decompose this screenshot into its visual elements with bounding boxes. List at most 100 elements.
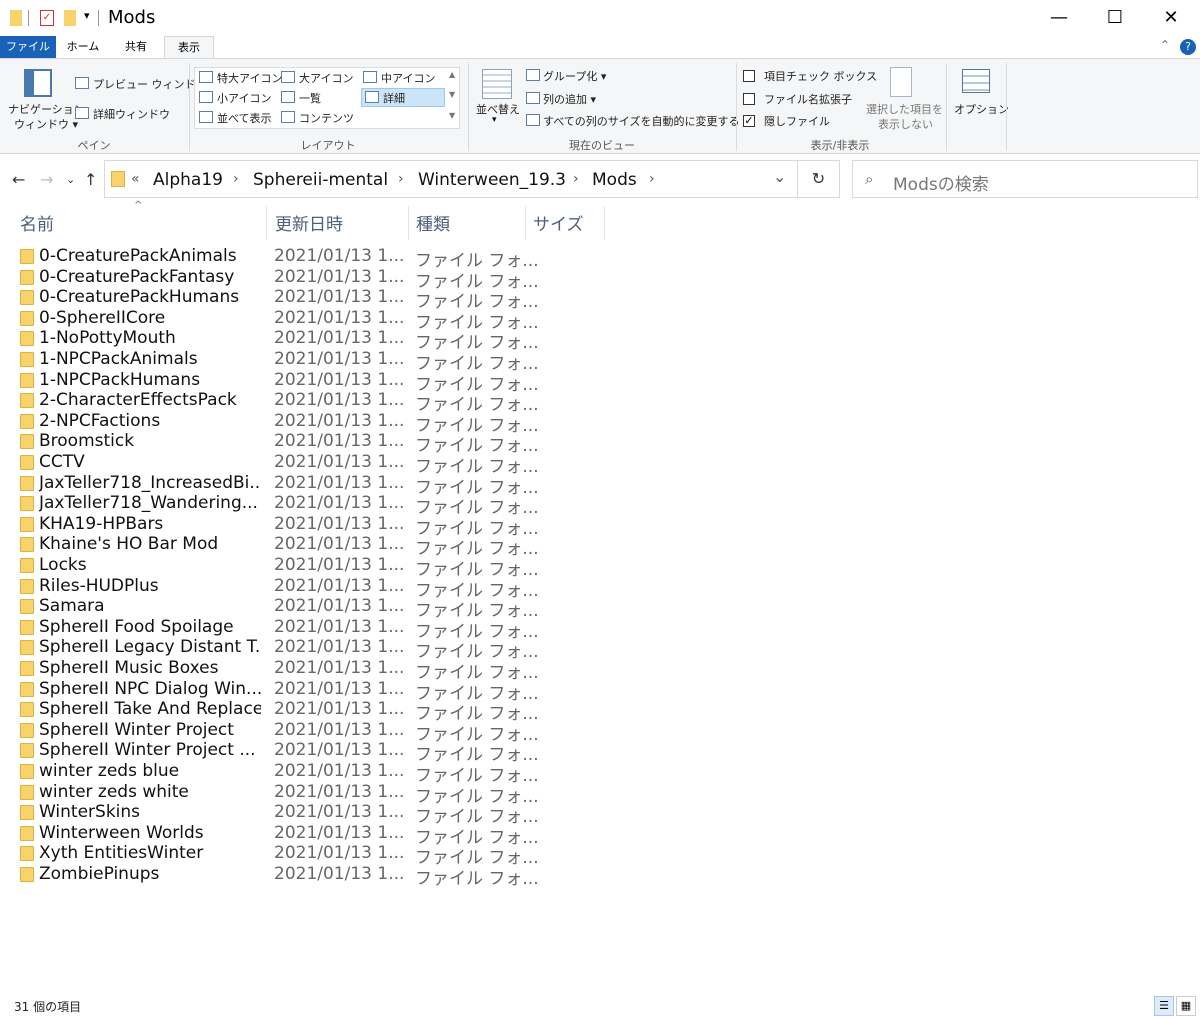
maximize-button[interactable]: ☐ xyxy=(1092,4,1138,32)
file-row[interactable]: 0-CreaturePackAnimals 2021/01/13 1... ファイル… xyxy=(0,246,1200,271)
column-header-type[interactable]: 種類 xyxy=(416,210,450,235)
large-icons-view-icon[interactable]: ▦ xyxy=(1176,996,1196,1016)
column-divider[interactable] xyxy=(266,206,267,240)
back-arrow-icon[interactable]: ← xyxy=(12,170,25,189)
sort-by-icon[interactable] xyxy=(482,69,512,99)
file-row[interactable]: Samara 2021/01/13 1... ファイル フォ... xyxy=(0,596,1200,621)
tab-view[interactable]: 表示 xyxy=(164,36,214,58)
column-header-date[interactable]: 更新日時 xyxy=(275,210,343,235)
file-name[interactable]: Locks xyxy=(39,555,261,575)
layout-content[interactable]: コンテンツ xyxy=(299,110,354,126)
file-row[interactable]: Winterween Worlds 2021/01/13 1... ファイル フォ.… xyxy=(0,823,1200,848)
file-row[interactable]: 0-SphereIICore 2021/01/13 1... ファイル フォ... xyxy=(0,308,1200,333)
layout-xl-icons[interactable]: 特大アイコン xyxy=(217,70,282,86)
file-row[interactable]: SphereII Winter Project ... 2021/01/13 1.… xyxy=(0,740,1200,765)
extensions-toggle[interactable] xyxy=(743,93,755,105)
navigation-pane-label-2[interactable]: ウィンドウ ▾ xyxy=(14,116,78,132)
options-icon[interactable] xyxy=(962,69,990,93)
minimize-button[interactable]: — xyxy=(1036,4,1082,32)
up-arrow-icon[interactable]: ↑ xyxy=(84,170,97,189)
file-row[interactable]: SphereII Winter Project 2021/01/13 1... ファ… xyxy=(0,720,1200,745)
file-name[interactable]: SphereII Winter Project xyxy=(39,720,261,740)
column-header-name[interactable]: 名前 xyxy=(20,210,54,235)
refresh-button[interactable]: ↻ xyxy=(798,160,840,198)
file-name[interactable]: 0-SphereIICore xyxy=(39,308,261,328)
file-name[interactable]: SphereII Food Spoilage xyxy=(39,617,261,637)
layout-medium-icons[interactable]: 中アイコン xyxy=(381,70,435,86)
address-bar[interactable]: « Alpha19 › Sphereii-mental › Winterween… xyxy=(104,160,798,198)
quick-access-dropdown-icon[interactable]: ▾ xyxy=(84,9,90,22)
group-by-button[interactable]: グループ化 ▾ xyxy=(543,68,606,84)
layout-list[interactable]: 一覧 xyxy=(299,90,321,106)
address-dropdown-icon[interactable]: ⌄ xyxy=(773,167,786,186)
file-name[interactable]: Samara xyxy=(39,596,261,616)
file-row[interactable]: Khaine's HO Bar Mod 2021/01/13 1... ファイル フ… xyxy=(0,534,1200,559)
file-row[interactable]: CCTV 2021/01/13 1... ファイル フォ... xyxy=(0,452,1200,477)
sort-dropdown-icon[interactable]: ▾ xyxy=(492,115,497,125)
file-name[interactable]: 0-CreaturePackHumans xyxy=(39,287,261,307)
file-name[interactable]: 2-CharacterEffectsPack xyxy=(39,390,261,410)
file-name[interactable]: WinterSkins xyxy=(39,802,261,822)
file-name[interactable]: Khaine's HO Bar Mod xyxy=(39,534,261,554)
file-name[interactable]: 1-NPCPackAnimals xyxy=(39,349,261,369)
breadcrumb-separator[interactable]: › xyxy=(398,171,404,187)
file-row[interactable]: ZombiePinups 2021/01/13 1... ファイル フォ... xyxy=(0,864,1200,889)
file-row[interactable]: 1-NPCPackAnimals 2021/01/13 1... ファイル フォ..… xyxy=(0,349,1200,374)
file-name[interactable]: winter zeds blue xyxy=(39,761,261,781)
file-name[interactable]: Broomstick xyxy=(39,431,261,451)
options-button[interactable]: オプション xyxy=(954,101,1009,117)
forward-arrow-icon[interactable]: → xyxy=(40,170,53,189)
file-name[interactable]: 0-CreaturePackFantasy xyxy=(39,267,261,287)
recent-locations-icon[interactable]: ⌄ xyxy=(66,173,75,186)
item-checkbox-toggle[interactable] xyxy=(743,70,755,82)
column-divider[interactable] xyxy=(604,206,605,240)
file-name[interactable]: ZombiePinups xyxy=(39,864,261,884)
file-row[interactable]: JaxTeller718_Wandering... 2021/01/13 1...… xyxy=(0,493,1200,518)
file-row[interactable]: WinterSkins 2021/01/13 1... ファイル フォ... xyxy=(0,802,1200,827)
hide-selected-button[interactable]: 選択した項目を xyxy=(866,101,943,117)
file-row[interactable]: winter zeds blue 2021/01/13 1... ファイル フォ..… xyxy=(0,761,1200,786)
file-row[interactable]: 0-CreaturePackFantasy 2021/01/13 1... ファイル… xyxy=(0,267,1200,292)
file-row[interactable]: SphereII NPC Dialog Win... 2021/01/13 1..… xyxy=(0,679,1200,704)
column-divider[interactable] xyxy=(408,206,409,240)
file-row[interactable]: 2-CharacterEffectsPack 2021/01/13 1... ファイ… xyxy=(0,390,1200,415)
file-name[interactable]: SphereII Legacy Distant T... xyxy=(39,637,261,657)
file-row[interactable]: SphereII Legacy Distant T... 2021/01/13 1… xyxy=(0,637,1200,662)
details-view-icon[interactable]: ☰ xyxy=(1154,996,1174,1016)
gallery-scroll-up-icon[interactable]: ▲ xyxy=(449,70,455,79)
sort-by-button[interactable]: 並べ替え xyxy=(476,101,520,117)
file-row[interactable]: KHA19-HPBars 2021/01/13 1... ファイル フォ... xyxy=(0,514,1200,539)
file-row[interactable]: Broomstick 2021/01/13 1... ファイル フォ... xyxy=(0,431,1200,456)
tab-share[interactable]: 共有 xyxy=(112,36,160,58)
file-row[interactable]: 0-CreaturePackHumans 2021/01/13 1... ファイル … xyxy=(0,287,1200,312)
file-row[interactable]: JaxTeller718_IncreasedBi... 2021/01/13 1.… xyxy=(0,473,1200,498)
breadcrumb-separator[interactable]: › xyxy=(233,171,239,187)
properties-icon[interactable]: ✓ xyxy=(40,10,54,26)
add-columns-button[interactable]: 列の追加 ▾ xyxy=(543,91,596,107)
breadcrumb-separator[interactable]: › xyxy=(573,171,579,187)
breadcrumb-sphereii-mental[interactable]: Sphereii-mental xyxy=(253,170,388,190)
column-divider[interactable] xyxy=(525,206,526,240)
breadcrumb-mods[interactable]: Mods xyxy=(592,170,637,190)
size-all-columns-button[interactable]: すべての列のサイズを自動的に変更する xyxy=(543,113,739,129)
file-row[interactable]: Locks 2021/01/13 1... ファイル フォ... xyxy=(0,555,1200,580)
file-name[interactable]: JaxTeller718_Wandering... xyxy=(39,493,261,513)
hide-selected-icon[interactable] xyxy=(890,67,912,97)
file-row[interactable]: SphereII Music Boxes 2021/01/13 1... ファイル … xyxy=(0,658,1200,683)
navigation-pane-label[interactable]: ナビゲーション xyxy=(8,101,85,117)
file-name[interactable]: 0-CreaturePackAnimals xyxy=(39,246,261,266)
hide-selected-button-2[interactable]: 表示しない xyxy=(878,116,933,132)
file-name[interactable]: Riles-HUDPlus xyxy=(39,576,261,596)
file-row[interactable]: SphereII Food Spoilage 2021/01/13 1... ファイ… xyxy=(0,617,1200,642)
search-input[interactable]: Modsの検索 xyxy=(893,170,989,195)
file-row[interactable]: 2-NPCFactions 2021/01/13 1... ファイル フォ... xyxy=(0,411,1200,436)
layout-details[interactable]: 詳細 xyxy=(383,90,405,106)
file-name[interactable]: SphereII Music Boxes xyxy=(39,658,261,678)
file-name[interactable]: SphereII Take And Replace xyxy=(39,699,261,719)
breadcrumb-overflow[interactable]: « xyxy=(131,171,140,187)
file-name[interactable]: 1-NoPottyMouth xyxy=(39,328,261,348)
breadcrumb-separator[interactable]: › xyxy=(649,171,655,187)
file-name[interactable]: KHA19-HPBars xyxy=(39,514,261,534)
search-box[interactable]: ⌕ Modsの検索 xyxy=(852,160,1198,198)
help-icon[interactable]: ? xyxy=(1180,39,1196,55)
